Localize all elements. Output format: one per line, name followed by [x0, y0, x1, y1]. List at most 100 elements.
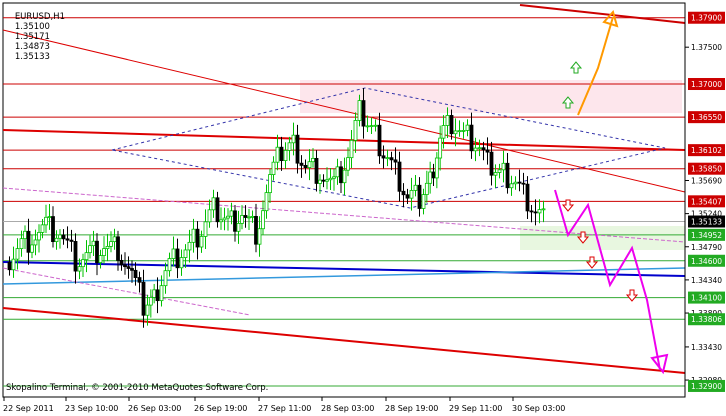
candle-body [385, 157, 390, 160]
candle-body [303, 164, 308, 168]
candle-body [369, 125, 374, 128]
candle-body [517, 181, 522, 184]
price-tick-label: 1.36102 [691, 146, 722, 155]
candle-body [145, 304, 150, 316]
candle-body [533, 211, 538, 214]
candle-body [481, 147, 486, 151]
price-tick-label: 1.34952 [691, 231, 722, 240]
candle-body [105, 245, 110, 250]
candle-body [119, 259, 124, 266]
candle-body [339, 166, 343, 184]
candle-body [465, 124, 470, 131]
candle-body [148, 297, 153, 306]
price-projections [554, 9, 669, 375]
candle-body [501, 162, 506, 171]
candle-body [431, 171, 436, 179]
candle-body [307, 161, 312, 168]
candle-body [163, 270, 168, 287]
candle-body [137, 277, 142, 283]
candle-body [250, 215, 255, 218]
candle-body [328, 177, 333, 181]
candle-body [505, 162, 510, 189]
candle-body [346, 157, 350, 171]
price-tick-label: 1.37000 [691, 80, 722, 89]
candle-body [112, 236, 117, 243]
candle-body [179, 257, 184, 269]
price-chart[interactable]: 1.37900 1.37500 1.37000 1.36550 1.36102 1.358… [0, 0, 726, 416]
candle-body [126, 266, 131, 269]
candle-body [203, 221, 208, 237]
candle-body [233, 210, 237, 232]
candle-body [11, 258, 16, 271]
time-axis: 22 Sep 2011 23 Sep 10:00 26 Sep 03:00 26 Se… [3, 397, 565, 413]
up-signal-arrow [569, 61, 583, 74]
candle-body [61, 234, 66, 240]
open-value: 1.35100 [14, 22, 50, 32]
candle-body [365, 125, 370, 128]
price-tick-label: 1.35850 [691, 165, 722, 174]
candle-body [195, 228, 200, 248]
candle-body [109, 241, 113, 247]
candle-body [271, 161, 276, 175]
candle-body [207, 209, 212, 223]
down-signal-arrow [625, 289, 639, 302]
candle-body [485, 149, 490, 153]
price-tick-label: 1.35407 [691, 197, 722, 206]
resistance-zone [300, 80, 682, 113]
candle-body [453, 130, 458, 135]
candle-body [133, 269, 138, 278]
candle-body [264, 192, 269, 212]
candle-body [73, 241, 78, 272]
chart-window[interactable]: 1.37900 1.37500 1.37000 1.36550 1.36102 1.358… [0, 0, 726, 416]
candle-body [397, 161, 402, 192]
candle-body [489, 151, 494, 176]
candle-body [445, 115, 450, 126]
candle-body [240, 215, 244, 224]
candle-body [318, 179, 322, 184]
candle-body [261, 210, 265, 230]
candle-body [219, 219, 223, 223]
candle-body [541, 208, 546, 211]
candle-body [321, 179, 326, 182]
time-tick-label: 26 Sep 03:00 [128, 404, 181, 413]
price-tick-label: 1.33806 [691, 315, 722, 324]
candle-body [167, 258, 172, 272]
candle-body [477, 147, 482, 150]
bottom-trend-line [2, 307, 686, 374]
candle-body [275, 146, 280, 163]
candle-body [381, 155, 386, 159]
price-axis: 1.37900 1.37500 1.37000 1.36550 1.36102 1.358… [685, 11, 725, 392]
candle-body [295, 134, 300, 164]
candle-body [159, 285, 164, 302]
candle-body [187, 241, 192, 251]
candle-body [155, 289, 160, 302]
time-tick-label: 22 Sep 2011 [3, 404, 54, 413]
time-tick-label: 27 Sep 11:00 [258, 404, 311, 413]
candle-body [15, 248, 20, 260]
candle-body [434, 157, 439, 179]
candle-body [95, 240, 99, 263]
candle-body [102, 248, 106, 257]
candle-body [342, 169, 347, 184]
candle-body [509, 183, 514, 189]
candle-body [254, 215, 258, 245]
candle-body [405, 194, 410, 199]
candle-body [58, 234, 62, 239]
candle-body [438, 137, 443, 159]
candle-body [299, 162, 304, 166]
candle-body [525, 183, 530, 212]
candle-body [141, 281, 146, 316]
candle-body [226, 215, 230, 219]
time-tick-label: 26 Sep 19:00 [194, 404, 247, 413]
candle-body [91, 240, 96, 247]
candle-body [171, 248, 176, 259]
light-blue-trend-line [2, 267, 686, 285]
candle-body [191, 228, 196, 243]
blue-trend-line [2, 261, 686, 277]
candle-body [26, 230, 31, 253]
candle-body [287, 142, 292, 151]
candle-body [215, 197, 220, 223]
price-tick-label: 1.35133 [691, 218, 722, 227]
candle-body [30, 244, 34, 253]
candle-body [65, 238, 70, 241]
